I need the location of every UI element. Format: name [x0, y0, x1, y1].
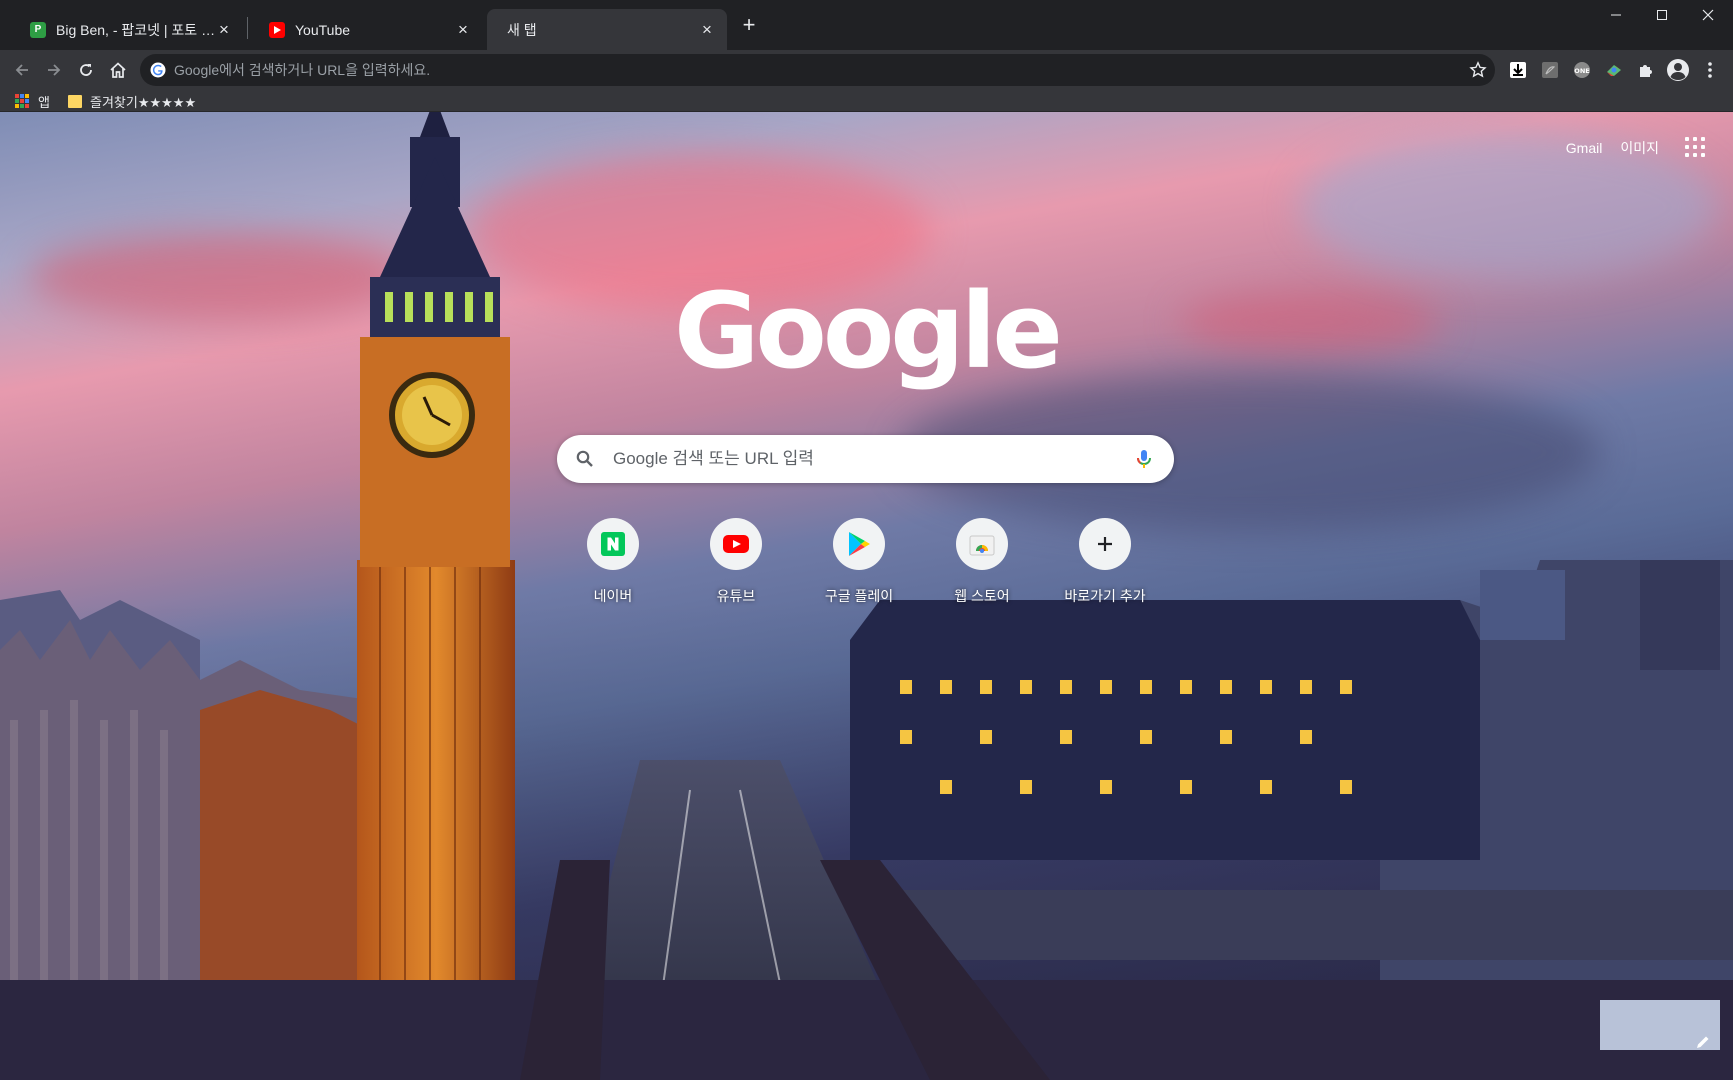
youtube-icon [269, 21, 285, 38]
shortcut-add[interactable]: 바로가기 추가 [1049, 518, 1161, 618]
close-window-icon[interactable] [1685, 0, 1731, 30]
reload-icon[interactable] [71, 55, 101, 85]
svg-text:ONE: ONE [1574, 67, 1589, 75]
voice-search-mic-icon[interactable] [1132, 447, 1156, 471]
search-icon [575, 449, 595, 469]
omnibox[interactable]: Google에서 검색하거나 URL을 입력하세요. [140, 54, 1495, 86]
tab-title: Big Ben, - 팝코넷 | 포토 갤러리 [56, 21, 216, 38]
bookmarks-bar: 앱 즐겨찾기★★★★★ [0, 90, 1733, 112]
google-play-icon [833, 518, 885, 570]
apps-icon [15, 94, 29, 108]
close-icon[interactable]: × [216, 21, 232, 38]
close-icon[interactable]: × [699, 21, 715, 38]
web-store-icon [956, 518, 1008, 570]
shortcut-google-play[interactable]: 구글 플레이 [803, 518, 915, 618]
omnibox-placeholder: Google에서 검색하거나 URL을 입력하세요. [174, 62, 431, 78]
bookmark-label: 앱 [38, 94, 50, 110]
tab-title: 새 탭 [507, 21, 537, 38]
customize-pencil-icon[interactable] [1691, 1030, 1715, 1054]
download-extension-icon[interactable] [1508, 60, 1528, 80]
london-skyline-illustration [0, 560, 1733, 1080]
one-extension-icon[interactable]: ONE [1572, 60, 1592, 80]
tab-popco[interactable]: P Big Ben, - 팝코넷 | 포토 갤러리 × [10, 9, 244, 50]
bookmark-apps[interactable]: 앱 [15, 90, 50, 112]
bookmark-star-icon[interactable] [1469, 61, 1487, 79]
close-icon[interactable]: × [455, 21, 471, 38]
shortcut-label: 네이버 [593, 588, 633, 604]
top-links: Gmail 이미지 [1566, 138, 1733, 158]
colorful-extension-icon[interactable] [1604, 60, 1624, 80]
toolbar: Google에서 검색하거나 URL을 입력하세요. ONE [0, 50, 1733, 90]
naver-icon [587, 518, 639, 570]
extensions-puzzle-icon[interactable] [1636, 60, 1656, 80]
folder-icon [68, 94, 82, 108]
menu-kebab-icon[interactable] [1700, 60, 1720, 80]
forward-icon[interactable] [39, 55, 69, 85]
google-apps-launcher-icon[interactable] [1685, 137, 1705, 157]
shortcut-label: 유튜브 [716, 588, 756, 604]
back-icon[interactable] [7, 55, 37, 85]
bookmark-folder-favorites[interactable]: 즐겨찾기★★★★★ [68, 90, 196, 112]
google-g-icon [150, 62, 166, 78]
ntp-search-box[interactable] [557, 435, 1174, 483]
youtube-icon [710, 518, 762, 570]
gmail-link[interactable]: Gmail [1566, 140, 1603, 156]
maximize-icon[interactable] [1639, 0, 1685, 30]
tab-new-tab[interactable]: 새 탭 × [487, 9, 727, 50]
minimize-icon[interactable] [1593, 0, 1639, 30]
shortcut-web-store[interactable]: 웹 스토어 [926, 518, 1038, 618]
tab-separator [247, 17, 248, 39]
tab-strip: P Big Ben, - 팝코넷 | 포토 갤러리 × YouTube × 새 … [0, 0, 1733, 50]
new-tab-button[interactable]: + [737, 13, 761, 37]
shortcut-youtube[interactable]: 유튜브 [680, 518, 792, 618]
profile-avatar-icon[interactable] [1666, 58, 1690, 82]
images-link[interactable]: 이미지 [1620, 138, 1659, 158]
popco-icon: P [30, 21, 46, 38]
shortcut-label: 바로가기 추가 [1064, 588, 1146, 604]
google-logo: Google [674, 270, 1063, 392]
home-icon[interactable] [103, 55, 133, 85]
pdf-extension-icon[interactable] [1540, 60, 1560, 80]
shortcut-label: 구글 플레이 [824, 588, 894, 604]
ntp-search-input[interactable] [613, 435, 1093, 483]
bookmark-label: 즐겨찾기★★★★★ [90, 94, 197, 110]
new-tab-page: Gmail 이미지 Google 네이버 유튜브 [0, 112, 1733, 1080]
shortcut-naver[interactable]: 네이버 [557, 518, 669, 618]
shortcut-tiles: 네이버 유튜브 구글 플레이 웹 스토어 바로가기 추가 [557, 518, 1174, 618]
tab-youtube[interactable]: YouTube × [249, 9, 483, 50]
shortcut-label: 웹 스토어 [954, 588, 1010, 604]
tab-title: YouTube [295, 21, 351, 38]
add-icon [1079, 518, 1131, 570]
